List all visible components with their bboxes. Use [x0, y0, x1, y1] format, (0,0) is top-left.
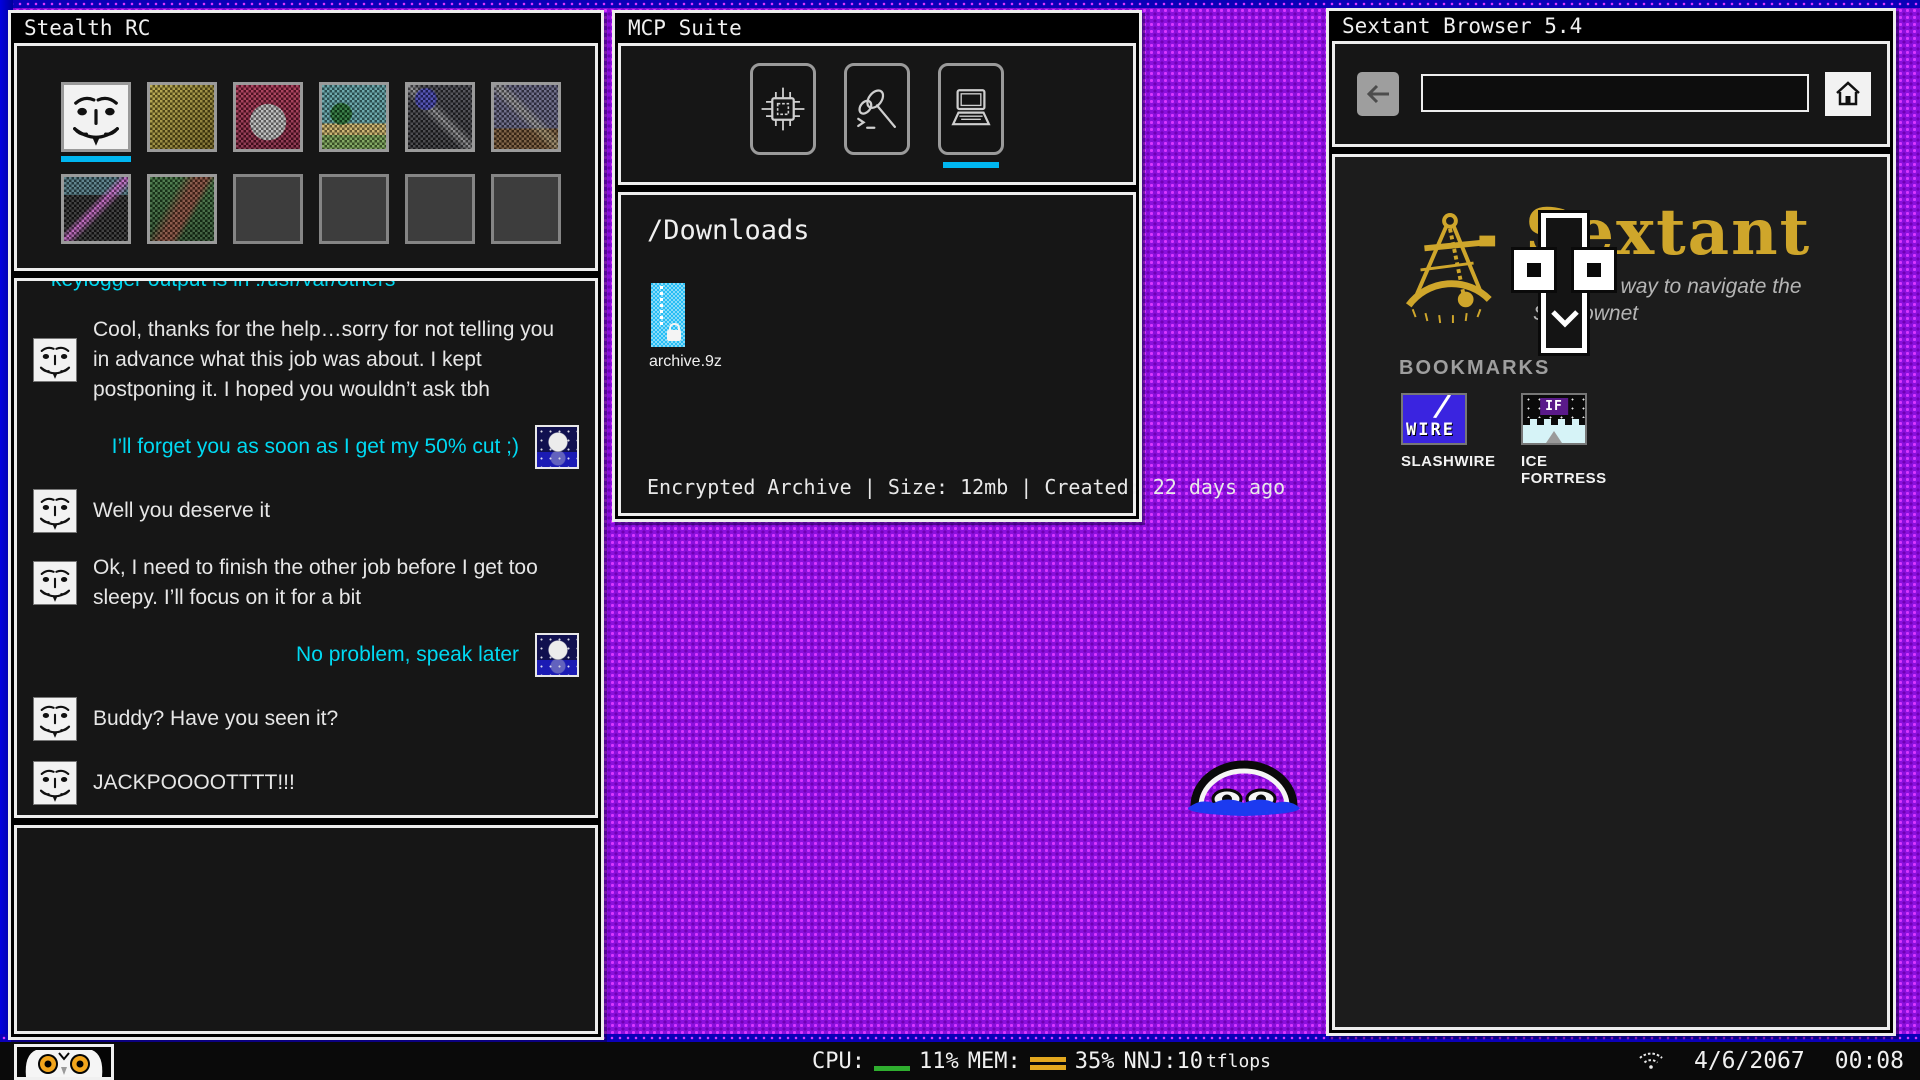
path-heading: /Downloads: [647, 215, 1107, 246]
mcp-suite-title: MCP Suite: [615, 13, 1139, 43]
file-name: archive.9z: [649, 353, 725, 371]
guy-fawkes-avatar: [33, 697, 77, 741]
ice-fortress-wall: [1523, 419, 1585, 443]
nnj-unit: tflops: [1206, 1051, 1271, 1072]
url-input[interactable]: [1421, 74, 1809, 112]
cpu-value: 11%: [919, 1049, 959, 1074]
chat-message-in: Ok, I need to finish the other job befor…: [33, 553, 579, 613]
browser-title: Sextant Browser 5.4: [1329, 11, 1893, 41]
message-text: Well you deserve it: [93, 496, 270, 526]
mem-bars: [1030, 1057, 1066, 1070]
file-archive[interactable]: archive.9z: [649, 283, 725, 371]
avatar-tile-night[interactable]: [405, 82, 475, 152]
chat-input-area[interactable]: [14, 825, 598, 1034]
owl-start-button[interactable]: [14, 1044, 114, 1080]
avatar-tile-red-cat[interactable]: [233, 82, 303, 152]
message-text: JACKPOOOOTTTT!!!: [93, 768, 295, 798]
sextant-logo-icon: [1395, 207, 1503, 329]
cpu-bar: [874, 1066, 910, 1071]
browser-page: Sextant The best way to navigate the Sha…: [1332, 154, 1890, 1030]
desktop: Stealth RC keylogger output is in :/usr/…: [0, 0, 1920, 1080]
laptop-tool-button[interactable]: [938, 63, 1004, 155]
lock-icon: [667, 330, 681, 341]
exploit-tool-button[interactable]: [844, 63, 910, 155]
mascot-mouth: [1549, 309, 1581, 331]
encrypted-archive-icon: [651, 283, 685, 347]
avatar-tile-guy-fawkes[interactable]: [61, 82, 131, 152]
avatar-tile-empty[interactable]: [233, 174, 303, 244]
mem-label: MEM:: [968, 1049, 1021, 1074]
mem-value: 35%: [1075, 1049, 1115, 1074]
mascot-overlay: [1541, 213, 1587, 353]
ice-fortress-icon: IF: [1521, 393, 1587, 445]
guy-fawkes-avatar: [33, 761, 77, 805]
avatar-tile-pink-streak[interactable]: [61, 174, 131, 244]
status-bar: Encrypted Archive | Size: 12mb | Created…: [647, 475, 1285, 499]
home-button[interactable]: [1825, 72, 1871, 116]
selected-tool-underline: [943, 162, 999, 168]
browser-navbar: [1332, 41, 1890, 147]
window-stealth-rc: Stealth RC keylogger output is in :/usr/…: [8, 10, 604, 1040]
mascot-eye-right: [1571, 247, 1617, 293]
chip-tool-button[interactable]: [750, 63, 816, 155]
wire-text: WIRE: [1406, 420, 1455, 440]
window-mcp-suite: MCP Suite /Downloads archive.9z Encrypte…: [612, 10, 1142, 522]
moon-avatar: [535, 633, 579, 677]
chat-message-out: No problem, speak later: [33, 633, 579, 677]
chat-message-out: I’ll forget you as soon as I get my 50% …: [33, 425, 579, 469]
back-arrow-icon: [1365, 83, 1391, 105]
bookmark-label: ICE FORTRESS: [1521, 453, 1631, 487]
system-stats: CPU: 11% MEM: 35% NNJ:10 tflops: [812, 1042, 1271, 1080]
avatar-tile-empty[interactable]: [405, 174, 475, 244]
avatar-tile-haze[interactable]: [491, 82, 561, 152]
message-text: I’ll forget you as soon as I get my 50% …: [112, 432, 519, 462]
back-button[interactable]: [1357, 72, 1399, 116]
nnj-label: NNJ:10: [1123, 1049, 1202, 1074]
mascot-eye-left: [1511, 247, 1557, 293]
avatar-tile-olive[interactable]: [147, 82, 217, 152]
avatar-tile-empty[interactable]: [491, 174, 561, 244]
guy-fawkes-avatar: [33, 561, 77, 605]
cpu-label: CPU:: [812, 1049, 865, 1074]
date-display: 4/6/2067: [1694, 1048, 1805, 1074]
avatar-tile-beach[interactable]: [319, 82, 389, 152]
home-icon: [1833, 79, 1863, 109]
avatar-tile-empty[interactable]: [319, 174, 389, 244]
message-text: Ok, I need to finish the other job befor…: [93, 553, 571, 613]
chat-message-clipped: keylogger output is in :/usr/var/others: [33, 278, 579, 295]
stealth-rc-title: Stealth RC: [11, 13, 601, 43]
bookmark-ice-fortress[interactable]: IF ICE FORTRESS: [1521, 393, 1631, 487]
message-text: Cool, thanks for the help…sorry for not …: [93, 315, 571, 405]
owl-icon: [17, 1047, 111, 1077]
bookmark-label: SLASHWIRE: [1401, 453, 1511, 470]
message-text: keylogger output is in :/usr/var/others: [51, 278, 395, 295]
if-badge: IF: [1540, 398, 1568, 415]
window-sextant-browser: Sextant Browser 5.4 Se: [1326, 8, 1896, 1036]
slashwire-icon: / WIRE: [1401, 393, 1467, 445]
bookmarks-heading: BOOKMARKS: [1399, 357, 1550, 380]
chat-history: keylogger output is in :/usr/var/others …: [14, 278, 598, 818]
chat-message-in: JACKPOOOOTTTT!!!: [33, 761, 579, 805]
selected-avatar-underline: [61, 156, 131, 162]
chat-message-in: Buddy? Have you seen it?: [33, 697, 579, 741]
avatar-tile-forest[interactable]: [147, 174, 217, 244]
guy-fawkes-avatar: [33, 489, 77, 533]
moon-avatar: [535, 425, 579, 469]
message-text: No problem, speak later: [296, 640, 519, 670]
time-display: 00:08: [1835, 1048, 1904, 1074]
taskbar-clock-area: 4/6/2067 00:08: [1638, 1042, 1904, 1080]
taskbar: CPU: 11% MEM: 35% NNJ:10 tflops 4/6/2067…: [0, 1042, 1920, 1080]
wifi-icon: [1638, 1051, 1664, 1071]
mcp-file-area: /Downloads archive.9z Encrypted Archive …: [618, 192, 1136, 516]
chat-message-in: Cool, thanks for the help…sorry for not …: [33, 315, 579, 405]
message-text: Buddy? Have you seen it?: [93, 704, 338, 734]
bookmark-slashwire[interactable]: / WIRE SLASHWIRE: [1401, 393, 1511, 470]
avatar-grid: [14, 43, 598, 271]
chat-message-in: Well you deserve it: [33, 489, 579, 533]
desktop-top-edge: [0, 0, 1920, 8]
guy-fawkes-avatar: [33, 338, 77, 382]
mcp-toolbar: [618, 43, 1136, 185]
desktop-creature: [1182, 752, 1306, 818]
